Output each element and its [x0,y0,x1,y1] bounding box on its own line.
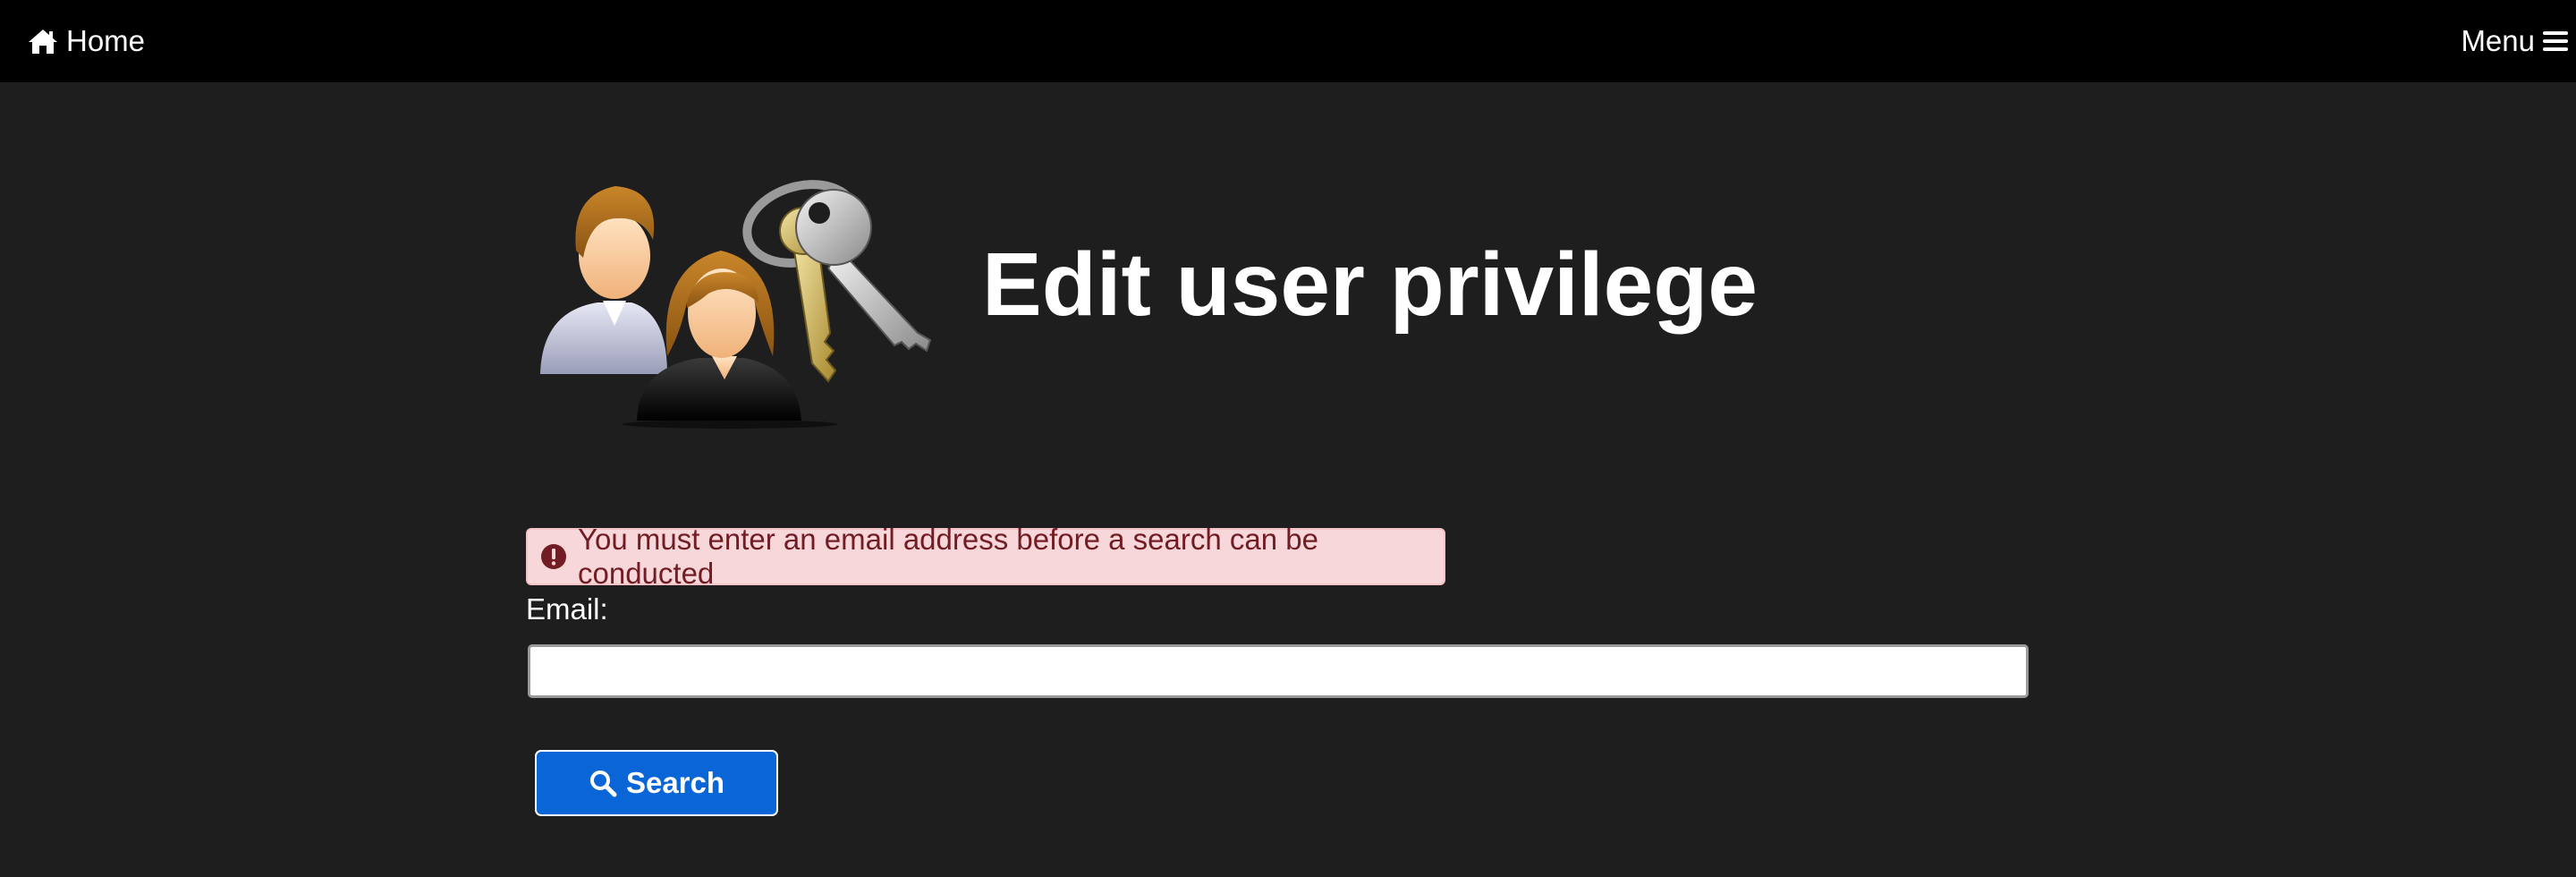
search-button[interactable]: Search [535,750,778,816]
error-message: You must enter an email address before a… [578,523,1318,590]
menu-toggle[interactable]: Menu [2461,20,2569,63]
search-button-label: Search [625,766,725,799]
top-nav-bar: Home Menu [0,0,2576,82]
email-label: Email: [526,592,608,626]
search-icon [589,771,617,797]
hamburger-icon [2543,31,2568,51]
menu-label: Menu [2461,24,2535,57]
users-keys-icon [540,180,932,429]
error-alert: You must enter an email address before a… [526,523,1445,590]
email-input[interactable] [528,644,2029,698]
exclamation-circle-icon [541,544,566,569]
home-link[interactable]: Home [27,20,145,63]
home-link-label: Home [66,24,146,57]
home-icon [29,30,57,54]
page-title: Edit user privilege [982,234,1758,335]
